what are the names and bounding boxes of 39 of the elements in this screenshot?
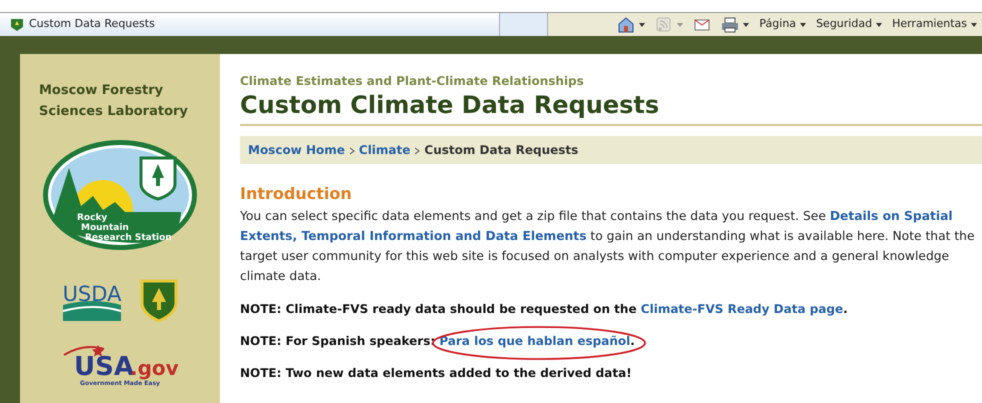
lab-name: Sciences Laboratory xyxy=(38,103,189,121)
separator-icon xyxy=(414,146,420,155)
caret-icon xyxy=(971,22,977,26)
station-logo: Rocky Mountain Research Station xyxy=(41,138,199,253)
menu-button[interactable]: Página xyxy=(754,16,812,33)
shield-icon xyxy=(139,278,179,322)
lab-name: Moscow Forestry xyxy=(38,82,164,100)
caret-icon xyxy=(800,22,806,26)
tab-title: Custom Data Requests xyxy=(29,16,155,32)
menu-button[interactable]: Seguridad xyxy=(811,16,888,33)
note-text: NOTE: Two new data elements added to the derived data! xyxy=(240,365,633,382)
separator-icon xyxy=(348,146,355,155)
breadcrumb-current: Custom Data Requests xyxy=(424,143,578,157)
caret-icon xyxy=(677,22,684,26)
caret-icon xyxy=(743,22,750,26)
feed-icon xyxy=(655,16,674,34)
usda-logo: USDA xyxy=(61,277,123,323)
caret-icon xyxy=(639,22,646,26)
section-heading: Introduction xyxy=(240,183,353,205)
forest-service-icon xyxy=(10,18,24,32)
paragraph-line: You can select specific data elements and get a zip file that contains the data you request. See Details on Spatial xyxy=(240,208,954,225)
link[interactable]: Para los que hablan español xyxy=(439,334,630,348)
printer-icon xyxy=(721,16,740,34)
home-icon xyxy=(617,16,636,34)
paragraph-line: climate data. xyxy=(240,268,322,285)
paragraph-line: Extents, Temporal Information and Data Elements to gain an understanding what is available here. Note that the xyxy=(240,228,976,245)
menu-button[interactable]: Herramientas xyxy=(887,16,982,33)
paragraph-line: target user community for this web site is focused on analysts with computer experience and a general knowledge xyxy=(240,248,950,265)
caret-icon xyxy=(876,22,882,26)
breadcrumb-link[interactable]: Moscow Home xyxy=(248,143,345,157)
browser-tab[interactable]: Custom Data Requests xyxy=(0,13,500,36)
section-kicker: Climate Estimates and Plant-Climate Relationships xyxy=(240,73,585,90)
page-title: Custom Climate Data Requests xyxy=(240,90,660,120)
link[interactable]: Details on Spatial xyxy=(830,209,953,223)
link[interactable]: Climate-FVS Ready Data page xyxy=(640,302,844,316)
note-text: NOTE: Climate-FVS ready data should be requested on the Climate-FVS Ready Data page. xyxy=(240,301,849,318)
note-text: NOTE: For Spanish speakers: Para los que hablan español. xyxy=(240,332,982,350)
link[interactable]: Extents, Temporal Information and Data Elements xyxy=(240,229,587,243)
breadcrumb-link[interactable]: Climate xyxy=(358,143,410,157)
